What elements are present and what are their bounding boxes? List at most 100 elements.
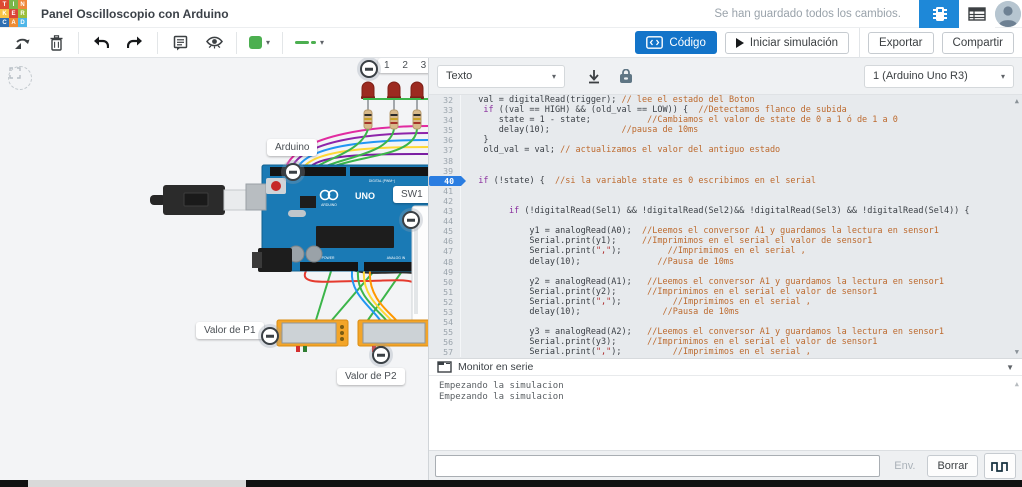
line-number[interactable]: 49 [429,267,461,277]
line-number[interactable]: 54 [429,317,461,327]
line-number[interactable]: 32 [429,95,461,105]
serial-monitor-header[interactable]: Monitor en serie ▼ [429,358,1022,376]
download-code-button[interactable] [581,64,607,88]
serial-input[interactable] [435,455,880,477]
serial-collapse-caret[interactable]: ▼ [1006,363,1014,372]
code-line[interactable]: 44 [429,216,1022,226]
note-label-arduino[interactable]: Arduino [267,139,317,156]
code-line[interactable]: 50 y2 = analogRead(A1); //Leemos el conv… [429,277,1022,287]
line-number[interactable]: 34 [429,115,461,125]
wire-style-dropdown[interactable]: ▾ [295,38,324,47]
tinkercad-logo[interactable]: TINKERCAD [0,0,27,27]
note-label-leds[interactable]: 1 2 3 [378,58,428,73]
bottom-scrollbar[interactable] [0,480,1022,487]
code-line[interactable]: 32 val = digitalRead(trigger); // lee el… [429,95,1022,105]
line-number[interactable]: 39 [429,166,461,176]
scroll-down-arrow[interactable]: ▼ [1015,348,1019,356]
circuit-canvas[interactable]: UNO ARDUINO DIGITAL (PWM~) POWER ANALOG … [0,58,428,480]
code-line[interactable]: 47 Serial.print(","); //Imprimimos en el… [429,246,1022,256]
code-line[interactable]: 40 if (!state) { //si la variable state … [429,176,1022,186]
serial-graph-button[interactable] [984,453,1016,479]
rotate-button[interactable] [12,33,32,53]
line-number[interactable]: 42 [429,196,461,206]
fit-view-button[interactable] [8,66,32,90]
line-number[interactable]: 35 [429,125,461,135]
line-number[interactable]: 57 [429,347,461,357]
led-group[interactable] [361,82,424,129]
line-number[interactable]: 48 [429,257,461,267]
line-number[interactable]: 38 [429,156,461,166]
export-button[interactable]: Exportar [868,32,933,54]
line-number[interactable]: 43 [429,206,461,216]
note-collapse-button-arduino[interactable] [284,163,302,181]
libraries-button[interactable] [613,64,639,88]
code-line[interactable]: 36 } [429,135,1022,145]
redo-button[interactable] [125,33,145,53]
code-line[interactable]: 33 if ((val == HIGH) && (old_val == LOW)… [429,105,1022,115]
scroll-up-arrow[interactable]: ▲ [1015,97,1019,105]
line-number[interactable]: 36 [429,135,461,145]
usb-cable[interactable] [150,185,247,215]
user-avatar[interactable] [995,1,1021,27]
line-number[interactable]: 46 [429,236,461,246]
code-line[interactable]: 37 old_val = val; // actualizamos el val… [429,145,1022,155]
note-label-p1[interactable]: Valor de P1 [196,322,264,339]
code-line[interactable]: 52 Serial.print(","); //Imprimimos en el… [429,297,1022,307]
line-number[interactable]: 47 [429,246,461,256]
line-number[interactable]: 53 [429,307,461,317]
start-simulation-button[interactable]: Iniciar simulación [725,32,849,54]
notes-button[interactable] [170,33,190,53]
scroll-up-arrow[interactable]: ▲ [1015,379,1019,390]
line-number[interactable]: 50 [429,277,461,287]
code-line[interactable]: 45 y1 = analogRead(A0); //Leemos el conv… [429,226,1022,236]
share-button[interactable]: Compartir [942,32,1014,54]
component-visibility-button[interactable] [204,33,224,53]
note-label-p2[interactable]: Valor de P2 [337,368,405,385]
code-line[interactable]: 46 Serial.print(y1); //Imprimimos en el … [429,236,1022,246]
code-line[interactable]: 49 [429,267,1022,277]
line-number[interactable]: 44 [429,216,461,226]
arduino-board[interactable]: UNO ARDUINO DIGITAL (PWM~) POWER ANALOG … [246,165,428,272]
line-number[interactable]: 37 [429,145,461,155]
code-line[interactable]: 41 [429,186,1022,196]
code-line[interactable]: 42 [429,196,1022,206]
code-line[interactable]: 57 Serial.print(","); //Imprimimos en el… [429,347,1022,357]
code-editor[interactable]: 32 val = digitalRead(trigger); // lee el… [429,95,1022,358]
code-line[interactable]: 54 [429,317,1022,327]
serial-output[interactable]: Empezando la simulacionEmpezando la simu… [429,376,1022,450]
code-button[interactable]: Código [635,31,716,54]
line-number[interactable]: 52 [429,297,461,307]
code-mode-select[interactable]: Texto ▾ [437,65,565,88]
delete-button[interactable] [46,33,66,53]
code-line[interactable]: 51 Serial.print(y2); //Imprimimos en el … [429,287,1022,297]
line-number[interactable]: 41 [429,186,461,196]
code-line[interactable]: 39 [429,166,1022,176]
code-line[interactable]: 56 Serial.print(y3); //Imprimimos en el … [429,337,1022,347]
line-number[interactable]: 40 [429,176,461,186]
multimeter-p2[interactable] [358,320,428,352]
line-number[interactable]: 51 [429,287,461,297]
code-line[interactable]: 38 [429,156,1022,166]
note-collapse-button-p2[interactable] [372,346,390,364]
line-number[interactable]: 56 [429,337,461,347]
list-view-button[interactable] [959,0,995,28]
code-line[interactable]: 55 y3 = analogRead(A2); //Leemos el conv… [429,327,1022,337]
board-select[interactable]: 1 (Arduino Uno R3) ▾ [864,65,1014,88]
code-line[interactable]: 53 delay(10); //Pausa de 10ms [429,307,1022,317]
note-collapse-button-p1[interactable] [261,327,279,345]
serial-clear-button[interactable]: Borrar [927,455,978,477]
code-line[interactable]: 34 state = 1 - state; //Cambiamos el val… [429,115,1022,125]
serial-send-button[interactable]: Env. [888,456,921,476]
line-number[interactable]: 45 [429,226,461,236]
multimeter-p1[interactable] [277,320,348,352]
code-line[interactable]: 43 if (!digitalRead(Sel1) && !digitalRea… [429,206,1022,216]
code-line[interactable]: 35 delay(10); //pausa de 10ms [429,125,1022,135]
note-label-sw1[interactable]: SW1 [393,186,428,203]
line-number[interactable]: 33 [429,105,461,115]
code-line[interactable]: 48 delay(10); //Pausa de 10ms [429,257,1022,267]
note-collapse-button-leds[interactable] [360,60,378,78]
components-view-button[interactable] [919,0,959,28]
note-collapse-button-sw1[interactable] [402,211,420,229]
scrollbar-thumb[interactable] [28,480,246,487]
line-number[interactable]: 55 [429,327,461,337]
